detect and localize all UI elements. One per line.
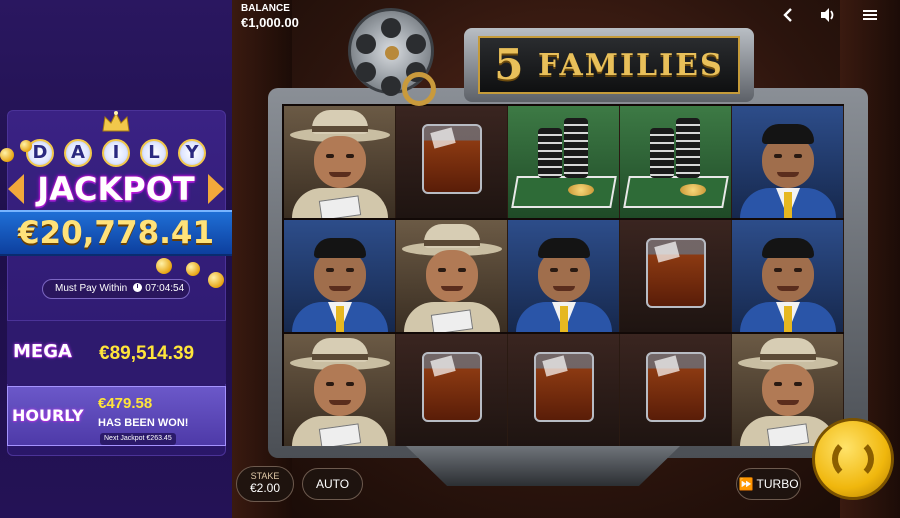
daily-jackpot-amount: €20,778.41 [0, 210, 232, 256]
spin-icon[interactable] [832, 438, 874, 480]
cylinder-center [385, 46, 399, 60]
cylinder-hole [356, 62, 376, 82]
daily-letters: D A I L Y [26, 139, 206, 169]
daily-letter: A [64, 139, 92, 167]
turbo-button[interactable]: ⏩ TURBO [736, 468, 801, 500]
cylinder-hole [381, 18, 401, 38]
game-area: BALANCE €1,000.00 5 FAMILIES STAKE €2.00… [232, 0, 900, 518]
game-title: 5 FAMILIES [478, 36, 740, 94]
coin-icon [156, 258, 172, 274]
chevron-right-decor [208, 174, 224, 204]
symbol-mobster-hair [508, 220, 620, 332]
coin-icon [0, 148, 14, 162]
clock-icon [133, 283, 143, 292]
symbol-mobster-hat [284, 106, 396, 218]
hourly-label: HOURLY [12, 406, 84, 425]
crown-icon [102, 111, 130, 132]
back-icon[interactable] [778, 5, 798, 25]
symbol-mobster-hat [396, 220, 508, 332]
symbol-whisky [508, 334, 620, 446]
stake-label: STAKE [250, 471, 280, 481]
cylinder-hole [381, 76, 401, 96]
game-title-number: 5 [494, 40, 526, 89]
hourly-jackpot-row: HOURLY €479.58 HAS BEEN WON! Next Jackpo… [7, 386, 226, 446]
jackpot-title: JACKPOT [37, 170, 195, 208]
stake-button[interactable]: STAKE €2.00 [236, 466, 294, 502]
gold-ring-decor [402, 72, 436, 106]
volume-icon[interactable] [818, 5, 838, 25]
mega-label: MEGA [13, 341, 72, 362]
must-pay-pill: Must Pay Within 07:04:54 [42, 279, 190, 299]
symbol-chips [620, 106, 732, 218]
must-pay-label: Must Pay Within [55, 283, 128, 294]
reels-grid [284, 106, 844, 446]
symbol-whisky [620, 220, 732, 332]
symbol-mobster-hat [284, 334, 396, 446]
coin-icon [208, 272, 224, 288]
mega-jackpot-row: MEGA €89,514.39 [7, 320, 226, 384]
daily-letter: Y [178, 139, 206, 167]
coin-icon [20, 140, 32, 152]
fast-forward-icon: ⏩ [738, 477, 754, 491]
auto-button[interactable]: AUTO [302, 468, 363, 500]
must-pay-time: 07:04:54 [145, 283, 185, 294]
symbol-mobster-hair [284, 220, 396, 332]
turbo-label: TURBO [756, 477, 799, 491]
game-title-word: FAMILIES [537, 48, 724, 83]
symbol-whisky [396, 106, 508, 218]
symbol-chips [508, 106, 620, 218]
cylinder-hole [356, 34, 376, 54]
balance-value: €1,000.00 [241, 15, 299, 30]
symbol-whisky [396, 334, 508, 446]
chevron-left-decor [8, 174, 24, 204]
hourly-amount: €479.58 [98, 395, 153, 412]
jackpot-panel: D A I L Y JACKPOT €20,778.41 Must Pay Wi… [0, 0, 232, 518]
stake-value: €2.00 [249, 481, 281, 495]
hourly-status: HAS BEEN WON! [98, 417, 189, 429]
menu-icon[interactable] [860, 5, 880, 25]
cylinder-hole [406, 34, 426, 54]
bottom-ornament [406, 446, 680, 486]
next-jackpot: Next Jackpot €263.45 [100, 433, 176, 445]
mega-amount: €89,514.39 [99, 343, 195, 364]
symbol-whisky [620, 334, 732, 446]
coin-icon [186, 262, 200, 276]
symbol-mobster-hair [732, 220, 844, 332]
symbol-mobster-hair [732, 106, 844, 218]
daily-letter: L [140, 139, 168, 167]
balance-label: BALANCE [241, 3, 290, 14]
daily-letter: I [102, 139, 130, 167]
